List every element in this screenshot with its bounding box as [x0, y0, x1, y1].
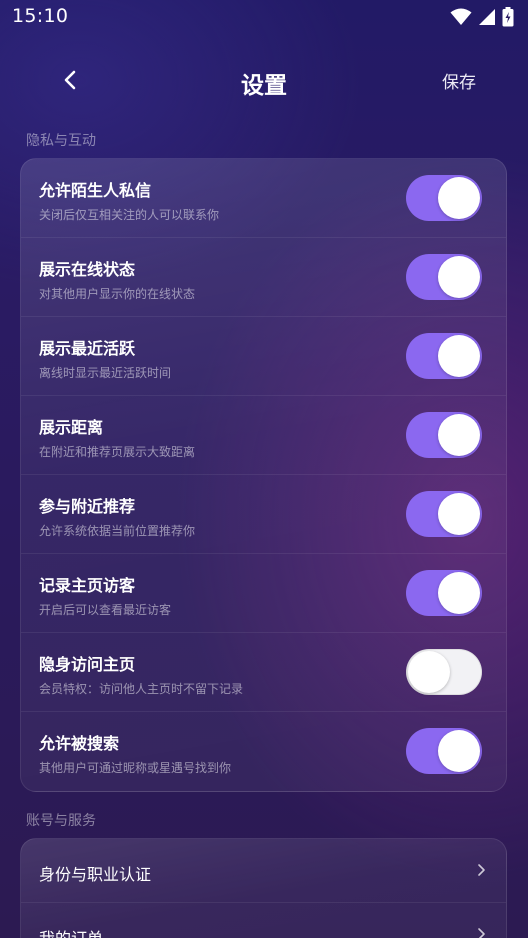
toggle-switch[interactable] — [406, 649, 482, 695]
toggle-knob — [438, 414, 480, 456]
toggle-knob — [438, 572, 480, 614]
toggle-knob — [438, 730, 480, 772]
toggle-knob — [438, 256, 480, 298]
setting-title: 展示最近活跃 — [39, 339, 136, 358]
setting-title: 允许被搜索 — [39, 734, 120, 753]
setting-row-nearby-recommend: 参与附近推荐 允许系统依据当前位置推荐你 — [21, 475, 506, 554]
setting-subtitle: 开启后可以查看最近访客 — [39, 603, 172, 617]
status-bar: 15:10 — [0, 0, 528, 34]
setting-subtitle: 会员特权：访问他人主页时不留下记录 — [39, 682, 244, 696]
setting-title: 记录主页访客 — [39, 576, 136, 595]
save-button[interactable]: 保存 — [442, 68, 476, 93]
setting-row-allow-stranger-dm: 允许陌生人私信 关闭后仅互相关注的人可以联系你 — [21, 159, 506, 238]
toggle-knob — [408, 651, 450, 693]
link-title: 身份与职业认证 — [39, 865, 152, 884]
setting-subtitle: 其他用户可通过昵称或星遇号找到你 — [39, 761, 232, 775]
setting-row-show-distance: 展示距离 在附近和推荐页展示大致距离 — [21, 396, 506, 475]
setting-row-record-visitors: 记录主页访客 开启后可以查看最近访客 — [21, 554, 506, 633]
setting-title: 参与附近推荐 — [39, 497, 136, 516]
signal-icon — [479, 9, 495, 25]
section-label-privacy: 隐私与互动 — [26, 133, 96, 149]
toggle-switch[interactable] — [406, 570, 482, 616]
nav-bar: 设置 保存 — [0, 54, 528, 108]
chevron-right-icon — [478, 928, 485, 938]
toggle-switch[interactable] — [406, 175, 482, 221]
link-row-identity-verification[interactable]: 身份与职业认证 — [21, 839, 506, 903]
status-time: 15:10 — [12, 5, 69, 27]
toggle-switch[interactable] — [406, 491, 482, 537]
chevron-right-icon — [478, 864, 485, 876]
setting-row-show-last-active: 展示最近活跃 离线时显示最近活跃时间 — [21, 317, 506, 396]
setting-title: 允许陌生人私信 — [39, 181, 152, 200]
battery-charging-icon — [502, 7, 514, 27]
toggle-switch[interactable] — [406, 412, 482, 458]
privacy-settings-card: 允许陌生人私信 关闭后仅互相关注的人可以联系你 展示在线状态 对其他用户显示你的… — [20, 158, 507, 792]
account-services-card: 身份与职业认证 我的订单 — [20, 838, 507, 938]
toggle-knob — [438, 177, 480, 219]
setting-subtitle: 在附近和推荐页展示大致距离 — [39, 445, 196, 459]
link-title: 我的订单 — [39, 925, 103, 938]
setting-title: 展示在线状态 — [39, 260, 136, 279]
setting-subtitle: 对其他用户显示你的在线状态 — [39, 287, 196, 301]
setting-title: 展示距离 — [39, 418, 104, 437]
setting-row-allow-search: 允许被搜索 其他用户可通过昵称或星遇号找到你 — [21, 712, 506, 791]
wifi-icon — [450, 8, 472, 25]
setting-subtitle: 离线时显示最近活跃时间 — [39, 366, 172, 380]
setting-row-show-online-status: 展示在线状态 对其他用户显示你的在线状态 — [21, 238, 506, 317]
toggle-switch[interactable] — [406, 254, 482, 300]
toggle-knob — [438, 493, 480, 535]
toggle-switch[interactable] — [406, 333, 482, 379]
setting-title: 隐身访问主页 — [39, 655, 136, 674]
toggle-knob — [438, 335, 480, 377]
toggle-switch[interactable] — [406, 728, 482, 774]
section-label-account: 账号与服务 — [26, 813, 96, 829]
setting-subtitle: 允许系统依据当前位置推荐你 — [39, 524, 196, 538]
status-icons — [450, 7, 514, 27]
setting-row-invisible-visit: 隐身访问主页 会员特权：访问他人主页时不留下记录 — [21, 633, 506, 712]
link-row-my-orders[interactable]: 我的订单 — [21, 903, 506, 938]
setting-subtitle: 关闭后仅互相关注的人可以联系你 — [39, 208, 220, 222]
